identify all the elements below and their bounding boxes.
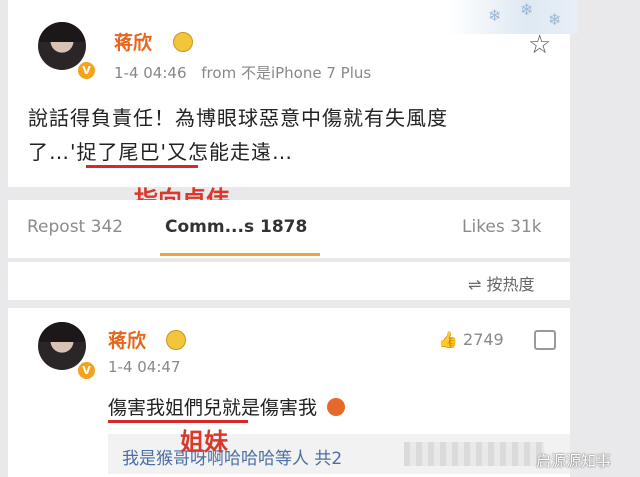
angry-emoji-icon [327, 398, 346, 416]
active-tab-indicator [160, 253, 320, 256]
post-card: ❄ ❄ ❄ ☆ V 蒋欣 1-4 04:46 from 不是iPhone 7 Plu… [8, 0, 578, 187]
star-icon[interactable]: ☆ [528, 30, 551, 60]
comment-like-button[interactable]: 👍 2749 [438, 330, 504, 349]
sister-annotation: 姐妹 [180, 428, 228, 456]
thumbs-up-icon: 👍 [438, 330, 458, 349]
verified-badge-icon: V [76, 60, 97, 81]
likes-button[interactable]: Likes 31k [462, 217, 542, 237]
sort-button[interactable]: ⇌ 按热度 [468, 271, 535, 295]
post-text-line1: 說話得負責任！為博眼球惡意中傷就有失風度 [28, 106, 448, 130]
comment-card: V 蒋欣 1-4 04:47 👍 2749 傷害我姐們兒就是傷害我 我是猴哥呀啊… [8, 308, 570, 477]
comments-tab[interactable]: Comm...s 1878 [165, 217, 307, 237]
comment-emoji-icon [166, 330, 186, 350]
member-emoji-icon [173, 32, 193, 52]
post-meta: 1-4 04:46 from 不是iPhone 7 Plus [114, 62, 371, 83]
snowflake-decoration: ❄ ❄ ❄ [448, 0, 578, 34]
reply-preview[interactable]: 我是猴哥呀啊哈哈哈等人 共2 [108, 434, 570, 474]
sort-row: ⇌ 按热度 [8, 262, 570, 300]
post-timestamp: 1-4 04:46 [114, 64, 187, 82]
sort-icon: ⇌ [468, 275, 482, 294]
comment-timestamp: 1-4 04:47 [108, 358, 181, 376]
comment-username[interactable]: 蒋欣 [108, 326, 146, 353]
comment-text: 傷害我姐們兒就是傷害我 [108, 393, 346, 420]
blurred-region [404, 442, 544, 466]
comment-text-body: 傷害我姐們兒就是傷害我 [108, 397, 318, 419]
red-underline [86, 165, 198, 168]
reply-preview-text: 我是猴哥呀啊哈哈哈等人 共2 [122, 449, 343, 469]
action-bar: Repost 342 Comm...s 1878 Likes 31k [8, 200, 570, 258]
sort-label: 按热度 [486, 275, 535, 294]
post-text-line2: 了…'捉了尾巴'又怎能走遠… [28, 140, 293, 164]
comment-verified-badge-icon: V [76, 360, 97, 381]
post-username[interactable]: 蒋欣 [114, 28, 152, 55]
repost-button[interactable]: Repost 342 [27, 217, 123, 237]
comment-like-count: 2749 [463, 330, 504, 349]
watermark: 启源源知事 [536, 452, 612, 470]
reply-icon[interactable] [534, 330, 556, 350]
post-source: from 不是iPhone 7 Plus [201, 64, 372, 82]
